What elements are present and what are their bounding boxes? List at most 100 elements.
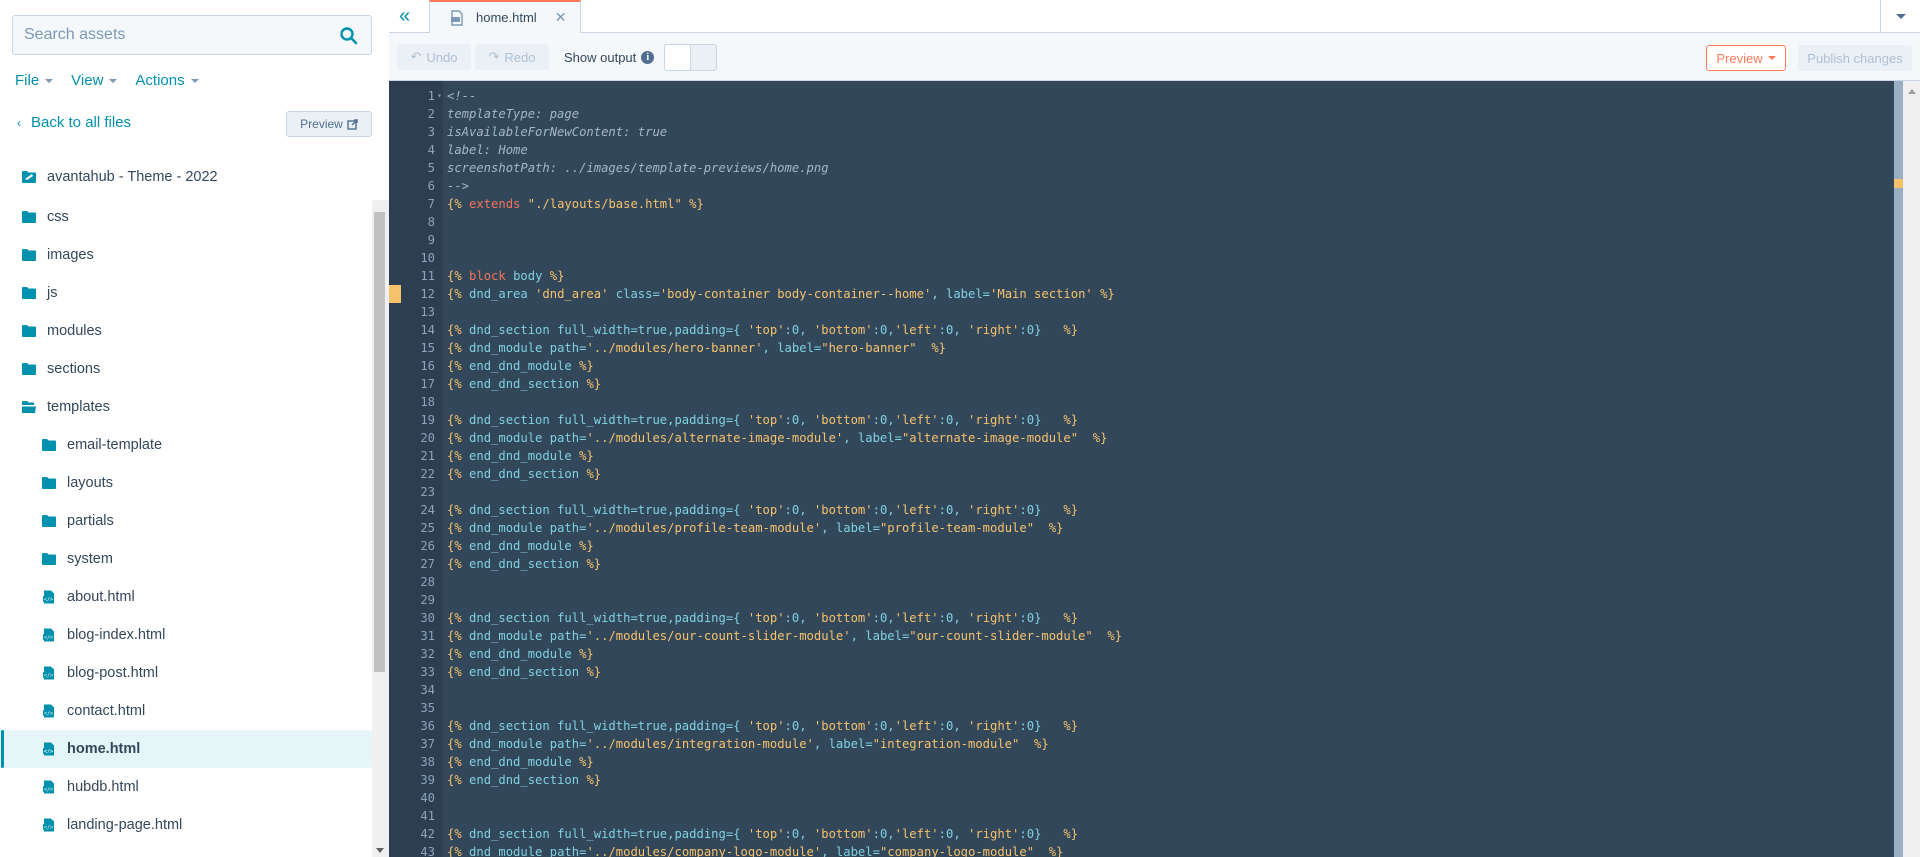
code-line[interactable]: 15 {% dnd_module path='../modules/hero-ba… bbox=[389, 339, 1889, 357]
tree-item-avantahub-theme-2022[interactable]: avantahub - Theme - 2022 bbox=[0, 158, 372, 196]
code-line[interactable]: 36 {% dnd_section full_width=true,padding… bbox=[389, 717, 1889, 735]
tree-item-css[interactable]: css bbox=[0, 198, 372, 236]
code-line[interactable]: 42 {% dnd_section full_width=true,padding… bbox=[389, 825, 1889, 843]
code-line[interactable]: 12 {% dnd_area 'dnd_area' class='body-con… bbox=[389, 285, 1889, 303]
tree-item-contact-html[interactable]: </> contact.html bbox=[0, 692, 372, 730]
code-line[interactable]: 9 bbox=[389, 231, 1889, 249]
code-line[interactable]: 38 {% end_dnd_module %} bbox=[389, 753, 1889, 771]
redo-button[interactable]: ↷ Redo bbox=[475, 44, 549, 70]
code-line[interactable]: 32 {% end_dnd_module %} bbox=[389, 645, 1889, 663]
tree-item-templates[interactable]: templates bbox=[0, 388, 372, 426]
code-line[interactable]: 13 bbox=[389, 303, 1889, 321]
code-line[interactable]: 39 {% end_dnd_section %} bbox=[389, 771, 1889, 789]
code-line[interactable]: 26 {% end_dnd_module %} bbox=[389, 537, 1889, 555]
code-line[interactable]: 29 bbox=[389, 591, 1889, 609]
code-line[interactable]: 24 {% dnd_section full_width=true,padding… bbox=[389, 501, 1889, 519]
preview-dropdown-button[interactable]: Preview bbox=[1706, 45, 1786, 71]
collapse-sidebar-icon[interactable]: « bbox=[399, 6, 410, 26]
editor-scrollbar[interactable] bbox=[1903, 81, 1920, 857]
code-line[interactable]: 17 {% end_dnd_section %} bbox=[389, 375, 1889, 393]
code-line[interactable]: 11 {% block body %} bbox=[389, 267, 1889, 285]
close-tab-icon[interactable]: ✕ bbox=[555, 9, 567, 26]
code-line[interactable]: 33 {% end_dnd_section %} bbox=[389, 663, 1889, 681]
search-input[interactable] bbox=[13, 16, 313, 54]
code-line[interactable]: 20 {% dnd_module path='../modules/alterna… bbox=[389, 429, 1889, 447]
code-line[interactable]: 21 {% end_dnd_module %} bbox=[389, 447, 1889, 465]
tabs-dropdown[interactable] bbox=[1880, 0, 1920, 32]
tree-item-layouts[interactable]: layouts bbox=[0, 464, 372, 502]
code-token: 'left' bbox=[894, 719, 939, 733]
code-token: %} bbox=[1063, 413, 1079, 427]
editor-overview-ruler[interactable] bbox=[1894, 81, 1903, 857]
tree-item-hubdb-html[interactable]: </> hubdb.html bbox=[0, 768, 372, 806]
code-line[interactable]: 4 label: Home bbox=[389, 141, 1889, 159]
code-line[interactable]: 25 {% dnd_module path='../modules/profile… bbox=[389, 519, 1889, 537]
tree-item-about-html[interactable]: </> about.html bbox=[0, 578, 372, 616]
code-editor[interactable]: 1 ▾ <!-- 2 templateType: page 3 isAvailableFor… bbox=[389, 81, 1920, 857]
code-token: {% bbox=[447, 755, 462, 769]
code-line[interactable]: 7 {% extends "./layouts/base.html" %} bbox=[389, 195, 1889, 213]
view-menu[interactable]: View bbox=[71, 72, 118, 89]
code-line[interactable]: 27 {% end_dnd_section %} bbox=[389, 555, 1889, 573]
file-menu[interactable]: File bbox=[15, 72, 54, 89]
tab-home-html[interactable]: home.html ✕ bbox=[429, 0, 581, 33]
code-token: {% bbox=[447, 377, 462, 391]
tree-item-email-template[interactable]: email-template bbox=[0, 426, 372, 464]
sidebar-scrollbar-thumb[interactable] bbox=[374, 212, 385, 672]
code-token: %} bbox=[579, 647, 594, 661]
fold-arrow-icon[interactable]: ▾ bbox=[437, 87, 442, 105]
tree-item-sections[interactable]: sections bbox=[0, 350, 372, 388]
code-line[interactable]: 22 {% end_dnd_section %} bbox=[389, 465, 1889, 483]
code-line[interactable]: 19 {% dnd_section full_width=true,padding… bbox=[389, 411, 1889, 429]
code-line[interactable]: 40 bbox=[389, 789, 1889, 807]
code-line[interactable]: 10 bbox=[389, 249, 1889, 267]
code-line[interactable]: 18 bbox=[389, 393, 1889, 411]
code-line[interactable]: 6 --> bbox=[389, 177, 1889, 195]
code-line[interactable]: 37 {% dnd_module path='../modules/integra… bbox=[389, 735, 1889, 753]
code-token: dnd_module path= bbox=[461, 341, 587, 355]
code-line[interactable]: 30 {% dnd_section full_width=true,padding… bbox=[389, 609, 1889, 627]
code-line[interactable]: 41 bbox=[389, 807, 1889, 825]
actions-menu[interactable]: Actions bbox=[135, 72, 199, 89]
code-line[interactable]: 34 bbox=[389, 681, 1889, 699]
code-line[interactable]: 14 {% dnd_section full_width=true,padding… bbox=[389, 321, 1889, 339]
code-token: 'dnd_area' bbox=[535, 287, 609, 301]
show-output-toggle[interactable] bbox=[664, 44, 717, 71]
tree-item-blog-post-html[interactable]: </> blog-post.html bbox=[0, 654, 372, 692]
code-token: "profile-team-module" bbox=[879, 521, 1035, 535]
code-lines[interactable]: 1 ▾ <!-- 2 templateType: page 3 isAvailableFor… bbox=[389, 87, 1889, 857]
code-line[interactable]: 1 ▾ <!-- bbox=[389, 87, 1889, 105]
code-line[interactable]: 8 bbox=[389, 213, 1889, 231]
code-token: dnd_module path= bbox=[461, 521, 587, 535]
info-icon[interactable]: i bbox=[641, 51, 655, 64]
code-line[interactable]: 2 templateType: page bbox=[389, 105, 1889, 123]
search-icon[interactable] bbox=[339, 26, 359, 46]
code-line[interactable]: 3 isAvailableForNewContent: true bbox=[389, 123, 1889, 141]
tree-item-system[interactable]: system bbox=[0, 540, 372, 578]
code-line[interactable]: 31 {% dnd_module path='../modules/our-cou… bbox=[389, 627, 1889, 645]
back-to-all-files-link[interactable]: ‹ Back to all files bbox=[17, 114, 131, 131]
preview-button[interactable]: Preview bbox=[286, 111, 372, 137]
tree-item-js[interactable]: js bbox=[0, 274, 372, 312]
publish-changes-button[interactable]: Publish changes bbox=[1798, 45, 1912, 71]
code-token: %} bbox=[1034, 845, 1064, 857]
scroll-down-icon[interactable] bbox=[376, 848, 384, 853]
redo-label: Redo bbox=[504, 49, 536, 65]
code-line[interactable]: 35 bbox=[389, 699, 1889, 717]
tree-item-partials[interactable]: partials bbox=[0, 502, 372, 540]
code-line[interactable]: 28 bbox=[389, 573, 1889, 591]
code-line[interactable]: 23 bbox=[389, 483, 1889, 501]
tree-item-blog-index-html[interactable]: </> blog-index.html bbox=[0, 616, 372, 654]
tree-item-images[interactable]: images bbox=[0, 236, 372, 274]
line-number: 24 bbox=[420, 503, 435, 517]
code-token: :0, bbox=[784, 503, 814, 517]
code-line[interactable]: 43 {% dnd_module path='../modules/company… bbox=[389, 843, 1889, 857]
tree-item-landing-page-html[interactable]: </> landing-page.html bbox=[0, 806, 372, 844]
scroll-up-icon[interactable] bbox=[1908, 89, 1916, 94]
code-line[interactable]: 16 {% end_dnd_module %} bbox=[389, 357, 1889, 375]
code-line[interactable]: 5 screenshotPath: ../images/template-prev… bbox=[389, 159, 1889, 177]
sidebar-scrollbar[interactable] bbox=[372, 200, 389, 857]
undo-button[interactable]: ↶ Undo bbox=[397, 44, 471, 70]
tree-item-modules[interactable]: modules bbox=[0, 312, 372, 350]
tree-item-home-html[interactable]: </> home.html bbox=[0, 730, 372, 768]
